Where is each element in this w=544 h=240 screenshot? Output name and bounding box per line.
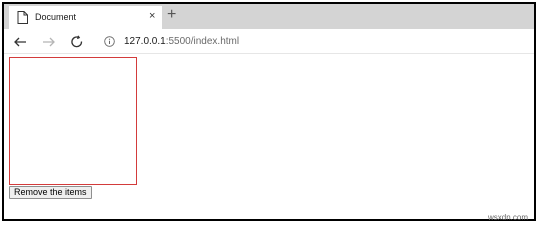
close-icon[interactable]: × bbox=[149, 10, 155, 22]
address-bar[interactable]: 127.0.0.1:5500/index.html bbox=[124, 36, 239, 47]
screenshot-frame: Document × + 127.0.0.1:5500/index.html R… bbox=[2, 2, 536, 221]
tab-strip: Document × + bbox=[4, 4, 534, 29]
url-host: 127.0.0.1 bbox=[124, 36, 166, 47]
new-tab-button[interactable]: + bbox=[167, 6, 176, 24]
watermark: wsxdn.com bbox=[488, 213, 529, 222]
back-arrow-icon[interactable] bbox=[13, 35, 27, 49]
item-list-box[interactable] bbox=[9, 57, 137, 185]
remove-items-button[interactable]: Remove the items bbox=[9, 186, 92, 199]
browser-toolbar: 127.0.0.1:5500/index.html bbox=[4, 29, 534, 54]
forward-arrow-icon[interactable] bbox=[42, 35, 56, 49]
document-icon bbox=[17, 11, 28, 24]
page-content: Remove the items bbox=[4, 54, 534, 219]
browser-tab[interactable]: Document × bbox=[9, 6, 162, 29]
reload-icon[interactable] bbox=[70, 35, 84, 49]
url-path: :5500/index.html bbox=[165, 36, 240, 47]
info-icon[interactable] bbox=[104, 36, 115, 47]
tab-title: Document bbox=[35, 12, 77, 22]
